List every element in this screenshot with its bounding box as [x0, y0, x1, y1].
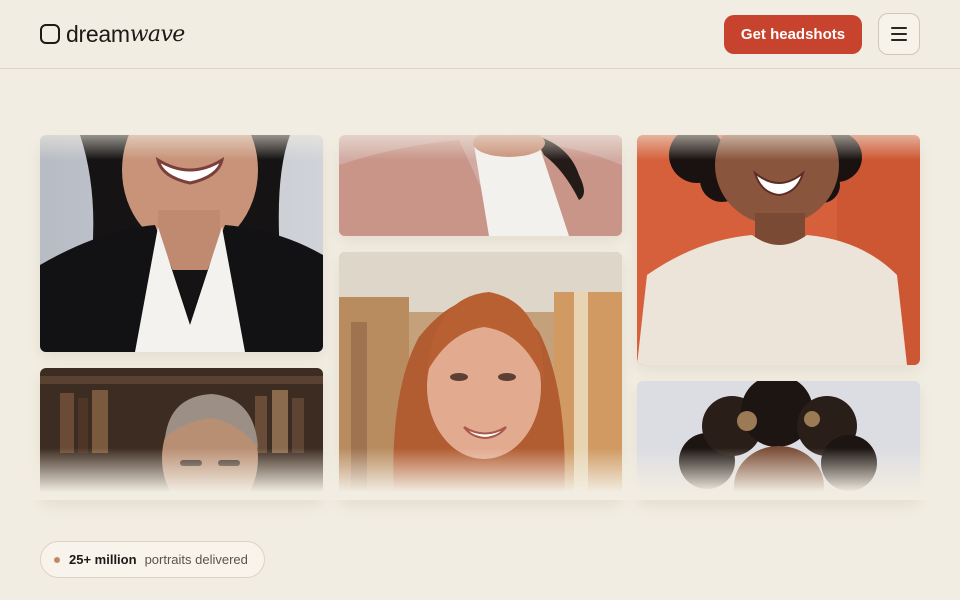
- site-header: dream wave Get headshots: [0, 0, 960, 69]
- stat-value: 25+ million: [69, 552, 137, 567]
- gallery-fade-top: [30, 110, 930, 160]
- logo-text-wave: wave: [129, 21, 186, 47]
- logo-text-dream: dream: [66, 20, 130, 47]
- stat-label: portraits delivered: [144, 552, 248, 567]
- get-headshots-button[interactable]: Get headshots: [724, 15, 862, 54]
- stat-dot-icon: [54, 556, 60, 563]
- menu-button[interactable]: [878, 13, 920, 55]
- headshot-woman-black-blazer: [40, 135, 323, 352]
- dreamwave-logo[interactable]: dream wave: [40, 20, 185, 48]
- portraits-stat-badge: 25+ million portraits delivered: [40, 541, 265, 578]
- gallery-fade-bottom: [30, 448, 930, 500]
- headshot-woman-orange-backdrop: [637, 135, 920, 365]
- hamburger-menu-icon: [891, 27, 907, 29]
- logo-mark-icon: [40, 24, 60, 44]
